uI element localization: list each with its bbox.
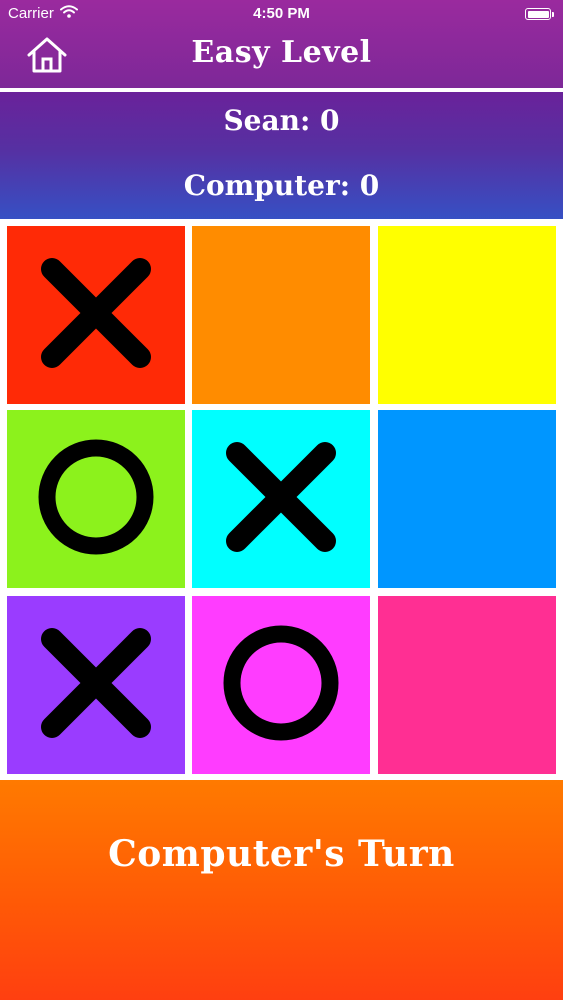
- o-mark-icon: [221, 623, 341, 747]
- x-mark-icon: [36, 623, 156, 747]
- board-cell-2[interactable]: [192, 226, 370, 404]
- game-board: [0, 219, 563, 780]
- board-cell-8[interactable]: [192, 596, 370, 774]
- board-cell-4[interactable]: [7, 410, 185, 588]
- header-bar: Carrier 4:50 PM Easy Level: [0, 0, 563, 88]
- computer-score: Computer: 0: [183, 169, 380, 202]
- status-bar: Carrier 4:50 PM: [0, 0, 563, 30]
- turn-banner: Computer's Turn: [0, 780, 563, 1000]
- board-cell-6[interactable]: [378, 410, 556, 588]
- board-cell-1[interactable]: [7, 226, 185, 404]
- board-cell-3[interactable]: [378, 226, 556, 404]
- board-cell-9[interactable]: [378, 596, 556, 774]
- o-mark-icon: [36, 437, 156, 561]
- player-score: Sean: 0: [223, 104, 340, 137]
- level-title: Easy Level: [191, 35, 372, 70]
- x-mark-icon: [221, 437, 341, 561]
- status-time: 4:50 PM: [253, 5, 310, 22]
- board-cell-7[interactable]: [7, 596, 185, 774]
- battery-icon: [525, 8, 554, 20]
- x-mark-icon: [36, 253, 156, 377]
- board-cell-5[interactable]: [192, 410, 370, 588]
- turn-label: Computer's Turn: [108, 833, 455, 875]
- score-panel: Sean: 0 Computer: 0: [0, 92, 563, 219]
